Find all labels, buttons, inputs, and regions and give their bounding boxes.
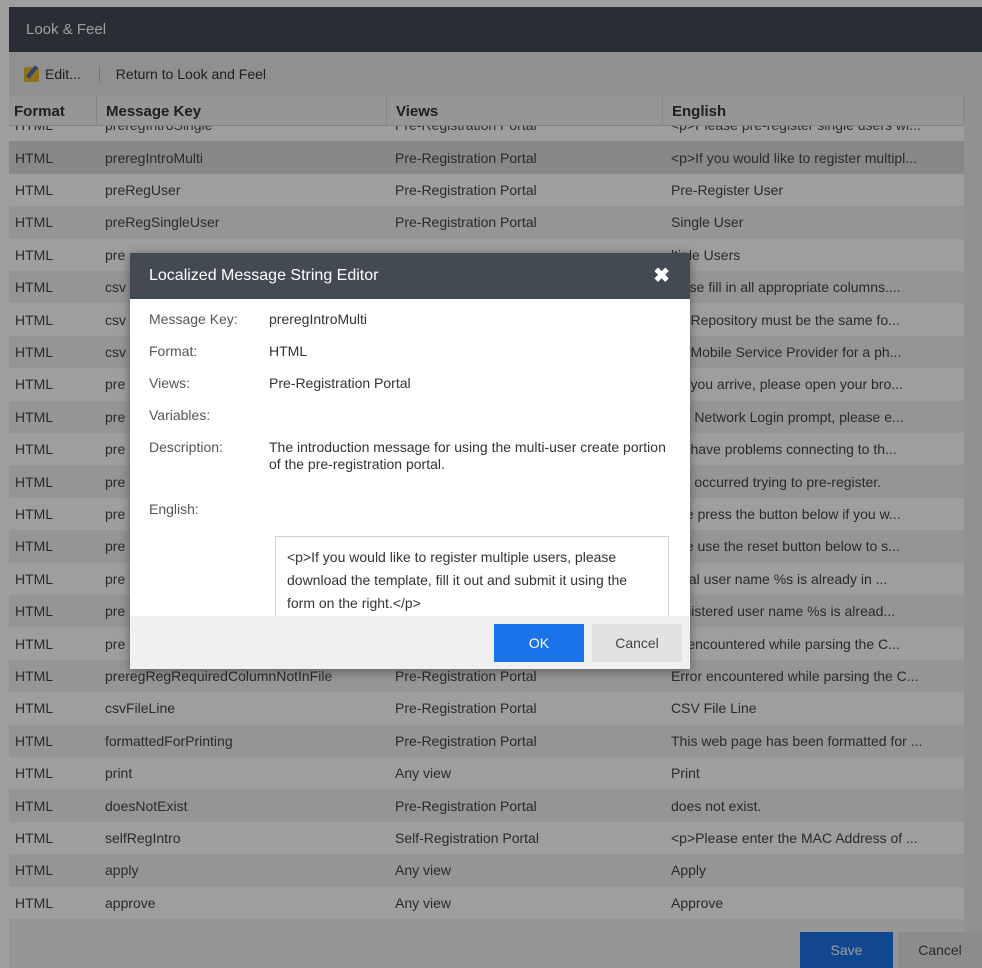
format-value: HTML (269, 343, 308, 359)
close-icon[interactable]: ✖ (653, 265, 670, 287)
ok-button[interactable]: OK (494, 624, 584, 662)
description-label: Description: (149, 439, 223, 455)
dialog-title: Localized Message String Editor (149, 267, 379, 284)
dialog-cancel-button[interactable]: Cancel (592, 624, 682, 662)
variables-label: Variables: (149, 407, 211, 423)
message-key-label: Message Key: (149, 311, 238, 327)
views-label: Views: (149, 375, 190, 391)
dialog-titlebar: Localized Message String Editor ✖ (130, 253, 690, 299)
localized-message-string-editor-dialog: Localized Message String Editor ✖ Messag… (130, 253, 690, 669)
views-value: Pre-Registration Portal (269, 375, 411, 391)
description-value: The introduction message for using the m… (269, 439, 666, 472)
english-label: English: (149, 501, 199, 517)
format-label: Format: (149, 343, 198, 359)
dialog-footer: OK Cancel (130, 616, 690, 669)
message-key-value: preregIntroMulti (269, 311, 368, 327)
